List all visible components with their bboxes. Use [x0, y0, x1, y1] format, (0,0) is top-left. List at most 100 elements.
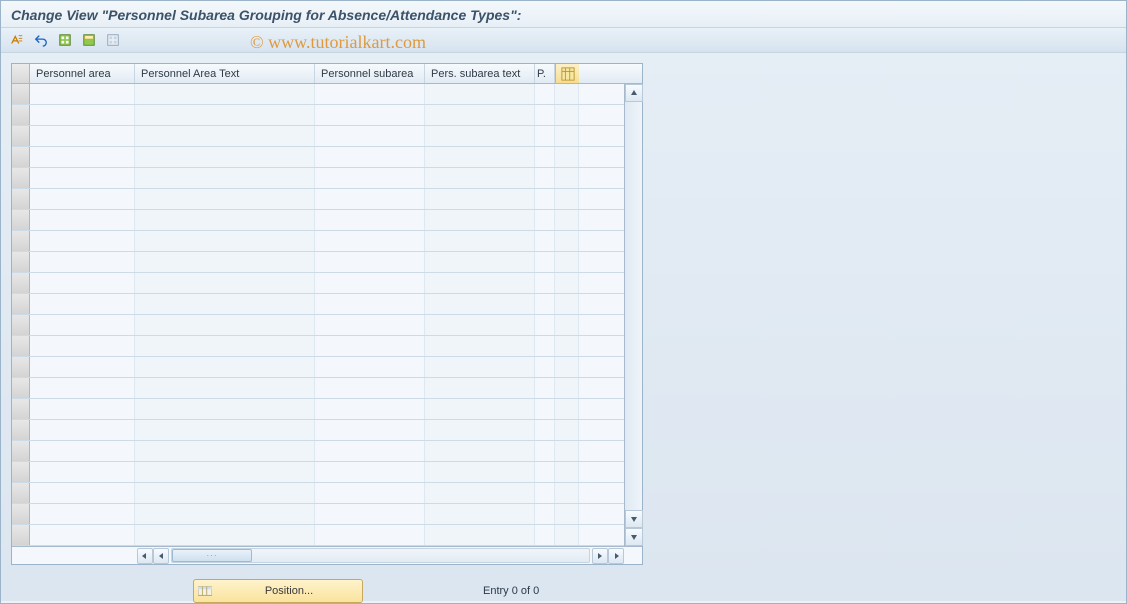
cell-truncated[interactable]	[535, 357, 555, 377]
cell-personnel-area[interactable]	[30, 504, 135, 524]
cell-pers-subarea-text[interactable]	[425, 168, 535, 188]
scroll-right-button[interactable]	[592, 548, 608, 564]
cell-truncated[interactable]	[535, 420, 555, 440]
undo-button[interactable]	[31, 30, 51, 50]
cell-truncated[interactable]	[535, 126, 555, 146]
table-row[interactable]	[12, 273, 624, 294]
col-header-personnel-area[interactable]: Personnel area	[30, 64, 135, 83]
cell-personnel-subarea[interactable]	[315, 504, 425, 524]
cell-personnel-area-text[interactable]	[135, 189, 315, 209]
cell-personnel-subarea[interactable]	[315, 399, 425, 419]
cell-truncated[interactable]	[535, 294, 555, 314]
cell-pers-subarea-text[interactable]	[425, 294, 535, 314]
cell-personnel-area-text[interactable]	[135, 462, 315, 482]
cell-personnel-area[interactable]	[30, 210, 135, 230]
cell-pers-subarea-text[interactable]	[425, 273, 535, 293]
cell-personnel-area-text[interactable]	[135, 420, 315, 440]
scroll-down-button[interactable]	[625, 510, 643, 528]
cell-truncated[interactable]	[535, 84, 555, 104]
row-selector[interactable]	[12, 168, 30, 188]
cell-pers-subarea-text[interactable]	[425, 336, 535, 356]
cell-personnel-area[interactable]	[30, 147, 135, 167]
cell-personnel-area[interactable]	[30, 105, 135, 125]
cell-pers-subarea-text[interactable]	[425, 147, 535, 167]
cell-truncated[interactable]	[535, 189, 555, 209]
cell-pers-subarea-text[interactable]	[425, 483, 535, 503]
row-selector[interactable]	[12, 126, 30, 146]
table-row[interactable]	[12, 315, 624, 336]
table-row[interactable]	[12, 399, 624, 420]
cell-personnel-area-text[interactable]	[135, 210, 315, 230]
cell-personnel-area-text[interactable]	[135, 273, 315, 293]
row-selector[interactable]	[12, 441, 30, 461]
cell-personnel-subarea[interactable]	[315, 462, 425, 482]
row-selector[interactable]	[12, 315, 30, 335]
table-row[interactable]	[12, 168, 624, 189]
row-selector[interactable]	[12, 525, 30, 545]
cell-truncated[interactable]	[535, 525, 555, 545]
cell-pers-subarea-text[interactable]	[425, 105, 535, 125]
cell-personnel-subarea[interactable]	[315, 189, 425, 209]
cell-personnel-subarea[interactable]	[315, 336, 425, 356]
table-row[interactable]	[12, 483, 624, 504]
table-settings-button[interactable]	[555, 64, 579, 83]
cell-pers-subarea-text[interactable]	[425, 126, 535, 146]
vertical-scrollbar[interactable]	[624, 84, 642, 546]
cell-truncated[interactable]	[535, 252, 555, 272]
table-row[interactable]	[12, 462, 624, 483]
select-block-button[interactable]	[79, 30, 99, 50]
row-selector[interactable]	[12, 378, 30, 398]
cell-personnel-subarea[interactable]	[315, 210, 425, 230]
table-row[interactable]	[12, 147, 624, 168]
cell-personnel-area[interactable]	[30, 399, 135, 419]
cell-personnel-area[interactable]	[30, 378, 135, 398]
col-header-personnel-subarea[interactable]: Personnel subarea	[315, 64, 425, 83]
cell-personnel-subarea[interactable]	[315, 84, 425, 104]
table-row[interactable]	[12, 252, 624, 273]
cell-personnel-area[interactable]	[30, 168, 135, 188]
cell-personnel-area-text[interactable]	[135, 231, 315, 251]
cell-personnel-subarea[interactable]	[315, 441, 425, 461]
vertical-scroll-track[interactable]	[625, 102, 642, 510]
cell-personnel-area-text[interactable]	[135, 336, 315, 356]
cell-personnel-area[interactable]	[30, 441, 135, 461]
cell-personnel-subarea[interactable]	[315, 315, 425, 335]
table-row[interactable]	[12, 210, 624, 231]
cell-personnel-subarea[interactable]	[315, 231, 425, 251]
cell-personnel-area-text[interactable]	[135, 294, 315, 314]
cell-personnel-area[interactable]	[30, 420, 135, 440]
row-selector[interactable]	[12, 252, 30, 272]
scroll-first-button[interactable]	[137, 548, 153, 564]
row-selector[interactable]	[12, 357, 30, 377]
cell-personnel-area-text[interactable]	[135, 105, 315, 125]
cell-personnel-area[interactable]	[30, 84, 135, 104]
select-all-button[interactable]	[55, 30, 75, 50]
cell-truncated[interactable]	[535, 273, 555, 293]
row-selector[interactable]	[12, 147, 30, 167]
row-selector[interactable]	[12, 210, 30, 230]
cell-truncated[interactable]	[535, 378, 555, 398]
cell-pers-subarea-text[interactable]	[425, 504, 535, 524]
cell-pers-subarea-text[interactable]	[425, 357, 535, 377]
table-row[interactable]	[12, 231, 624, 252]
cell-truncated[interactable]	[535, 210, 555, 230]
cell-personnel-area-text[interactable]	[135, 399, 315, 419]
cell-truncated[interactable]	[535, 231, 555, 251]
row-selector[interactable]	[12, 462, 30, 482]
cell-personnel-area-text[interactable]	[135, 84, 315, 104]
cell-pers-subarea-text[interactable]	[425, 231, 535, 251]
row-selector[interactable]	[12, 399, 30, 419]
cell-truncated[interactable]	[535, 315, 555, 335]
cell-personnel-area[interactable]	[30, 273, 135, 293]
position-button[interactable]: Position...	[193, 579, 363, 603]
horizontal-scroll-thumb[interactable]: ···	[172, 549, 252, 562]
cell-truncated[interactable]	[535, 147, 555, 167]
cell-truncated[interactable]	[535, 399, 555, 419]
cell-personnel-area-text[interactable]	[135, 147, 315, 167]
table-row[interactable]	[12, 504, 624, 525]
cell-truncated[interactable]	[535, 441, 555, 461]
cell-personnel-subarea[interactable]	[315, 357, 425, 377]
row-selector[interactable]	[12, 273, 30, 293]
cell-personnel-area[interactable]	[30, 357, 135, 377]
cell-truncated[interactable]	[535, 336, 555, 356]
